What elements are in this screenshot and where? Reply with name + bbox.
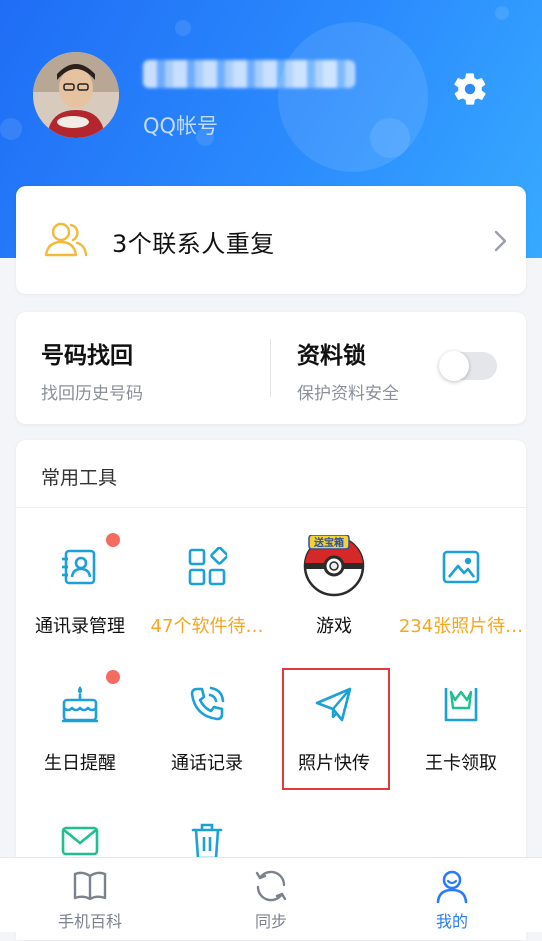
number-recovery-subtitle: 找回历史号码 [41,384,143,404]
gear-icon [454,73,486,105]
tool-label: 王卡领取 [425,753,497,774]
contacts-icon [44,222,88,257]
decor-bubble [370,118,410,158]
avatar[interactable] [33,52,119,138]
chevron-right-icon [494,230,507,252]
game-badge-text: 送宝箱 [313,536,344,549]
tab-label: 手机百科 [57,912,122,931]
tool-photos[interactable]: 234张照片待… [397,547,525,667]
tool-king-card[interactable]: 王卡领取 [397,684,525,804]
profile-lock-toggle[interactable] [439,351,497,381]
tools-section-title: 常用工具 [41,467,118,489]
mail-icon [61,826,99,856]
profile-lock-subtitle: 保护资料安全 [297,384,399,404]
duplicate-contacts-card[interactable]: 3个联系人重复 [16,186,526,294]
birthday-cake-icon [62,686,98,723]
address-book-icon [62,549,96,585]
tab-label: 同步 [254,912,287,931]
sync-icon [255,870,287,902]
notification-dot [106,533,120,547]
decor-bubble [0,118,22,140]
divider [270,339,271,397]
tool-call-log[interactable]: 通话记录 [143,684,271,804]
username-blurred [143,60,355,88]
number-recovery-entry[interactable]: 号码找回 找回历史号码 [16,312,270,424]
book-icon [73,871,107,901]
phone-call-icon [190,686,225,721]
divider [16,507,526,508]
duplicate-contacts-text: 3个联系人重复 [112,230,275,258]
tab-encyclopedia[interactable]: 手机百科 [0,858,180,932]
tool-birthday-reminder[interactable]: 生日提醒 [16,670,144,804]
toggle-knob [439,351,469,381]
tool-label: 游戏 [316,616,352,637]
trash-icon [191,823,223,860]
tool-software[interactable]: 47个软件待… [143,547,271,667]
tab-sync[interactable]: 同步 [181,858,361,932]
feature-card: 号码找回 找回历史号码 资料锁 保护资料安全 [16,312,526,424]
tool-label: 通讯录管理 [35,616,125,637]
number-recovery-title: 号码找回 [41,343,133,369]
bottom-tab-bar: 手机百科 同步 我的 [0,857,542,932]
profile-icon [436,870,468,904]
notification-dot [106,670,120,684]
tool-label: 通话记录 [171,753,243,774]
apps-grid-icon [188,547,227,586]
profile-lock-title: 资料锁 [297,343,366,369]
tab-label: 我的 [435,912,468,931]
tool-label: 生日提醒 [44,753,116,774]
crown-card-icon [444,688,478,722]
tab-mine[interactable]: 我的 [362,858,542,932]
account-type-label: QQ帐号 [143,114,219,138]
photo-icon [442,550,480,584]
tool-address-book[interactable]: 通讯录管理 [16,533,144,667]
tool-label: 234张照片待… [398,616,524,637]
pokeball-game-icon: 送宝箱 [303,535,365,597]
settings-button[interactable] [451,70,489,108]
tool-games[interactable]: 送宝箱 游戏 [270,535,398,667]
avatar-photo [33,52,119,138]
decor-bubble [175,20,191,36]
decor-bubble [495,6,509,20]
tool-label: 47个软件待… [150,616,264,637]
highlight-box [282,668,390,790]
